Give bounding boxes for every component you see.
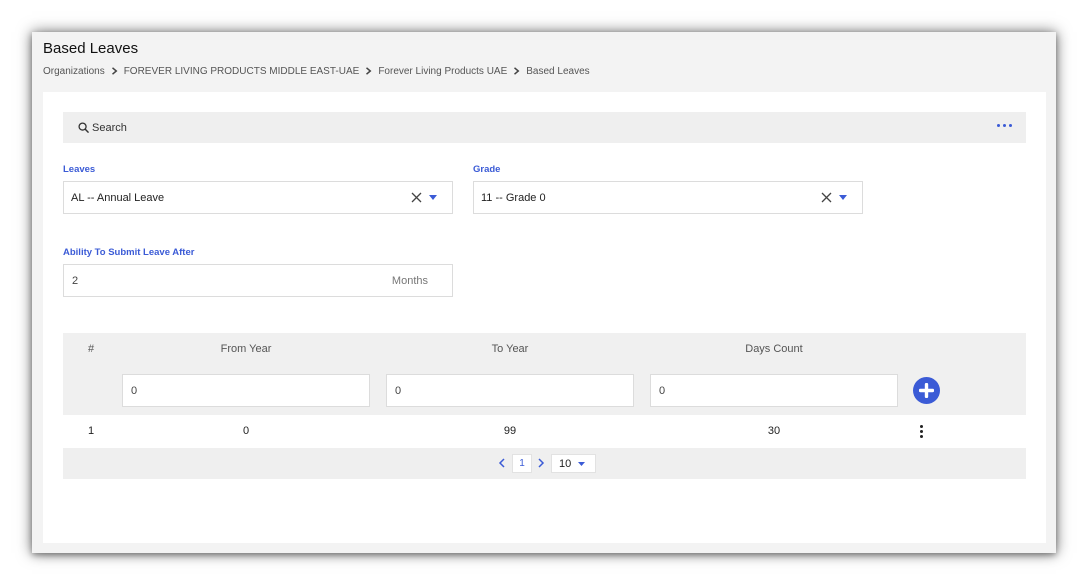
dot-icon [1009, 124, 1012, 127]
breadcrumb-organization[interactable]: FOREVER LIVING PRODUCTS MIDDLE EAST-UAE [124, 66, 360, 77]
days-count-input[interactable] [650, 374, 898, 407]
search-bar: Search [63, 112, 1026, 143]
pagination: 1 10 [63, 448, 1026, 479]
from-year-input[interactable] [122, 374, 370, 407]
dot-icon [920, 430, 923, 433]
table-header: # From Year To Year Days Count [63, 333, 1026, 415]
chevron-left-icon[interactable] [498, 458, 506, 468]
caret-down-icon [578, 461, 586, 466]
dot-icon [920, 425, 923, 428]
to-year-input[interactable] [386, 374, 634, 407]
chevron-right-icon [359, 67, 378, 75]
page-size-value: 10 [559, 457, 572, 470]
chevron-right-icon [507, 67, 526, 75]
breadcrumb-current: Based Leaves [526, 65, 590, 77]
column-header-to-year: To Year [491, 343, 529, 355]
clear-icon[interactable] [821, 192, 832, 203]
content-card: Search Leaves AL -- Annual Leave Grade 1… [43, 92, 1046, 543]
row-actions-button[interactable] [920, 425, 924, 438]
page-size-select[interactable]: 10 [551, 454, 596, 473]
breadcrumb-company[interactable]: Forever Living Products UAE [378, 66, 507, 77]
grade-value: 11 -- Grade 0 [481, 191, 546, 204]
leaves-value: AL -- Annual Leave [71, 191, 165, 204]
plus-icon [919, 383, 934, 398]
column-header-index: # [87, 343, 95, 355]
cell-days-count: 30 [767, 425, 781, 437]
clear-icon[interactable] [411, 192, 422, 203]
dot-icon [1003, 124, 1006, 127]
leaves-label: Leaves [63, 164, 96, 175]
search-icon [78, 122, 89, 133]
table-row: 1 0 99 30 [63, 415, 1026, 448]
leaves-select[interactable]: AL -- Annual Leave [63, 181, 453, 214]
search-label: Search [92, 121, 127, 134]
submit-after-label: Ability To Submit Leave After [63, 247, 195, 258]
cell-to-year: 99 [503, 425, 517, 437]
submit-after-field[interactable]: Months [63, 264, 453, 297]
chevron-right-icon[interactable] [537, 458, 545, 468]
cell-index: 1 [87, 425, 95, 437]
submit-after-input[interactable] [64, 274, 364, 287]
page-title: Based Leaves [43, 40, 139, 57]
page-number-button[interactable]: 1 [512, 454, 532, 473]
column-header-from-year: From Year [220, 343, 272, 355]
add-row-button[interactable] [913, 377, 940, 404]
breadcrumb-organizations[interactable]: Organizations [43, 66, 105, 77]
app-window: Based Leaves Organizations FOREVER LIVIN… [32, 32, 1056, 553]
dot-icon [997, 124, 1000, 127]
grade-label: Grade [473, 164, 501, 175]
submit-after-unit: Months [391, 274, 428, 287]
search-button[interactable]: Search [78, 122, 127, 134]
caret-down-icon[interactable] [839, 195, 847, 200]
more-options-button[interactable] [995, 122, 1014, 129]
dot-icon [920, 435, 923, 438]
caret-down-icon[interactable] [429, 195, 437, 200]
cell-from-year: 0 [242, 425, 250, 437]
grade-select[interactable]: 11 -- Grade 0 [473, 181, 863, 214]
column-header-days-count: Days Count [745, 343, 803, 355]
year-ranges-table: # From Year To Year Days Count 1 0 99 30 [63, 333, 1026, 479]
chevron-right-icon [105, 67, 124, 75]
breadcrumb: Organizations FOREVER LIVING PRODUCTS MI… [43, 64, 590, 78]
